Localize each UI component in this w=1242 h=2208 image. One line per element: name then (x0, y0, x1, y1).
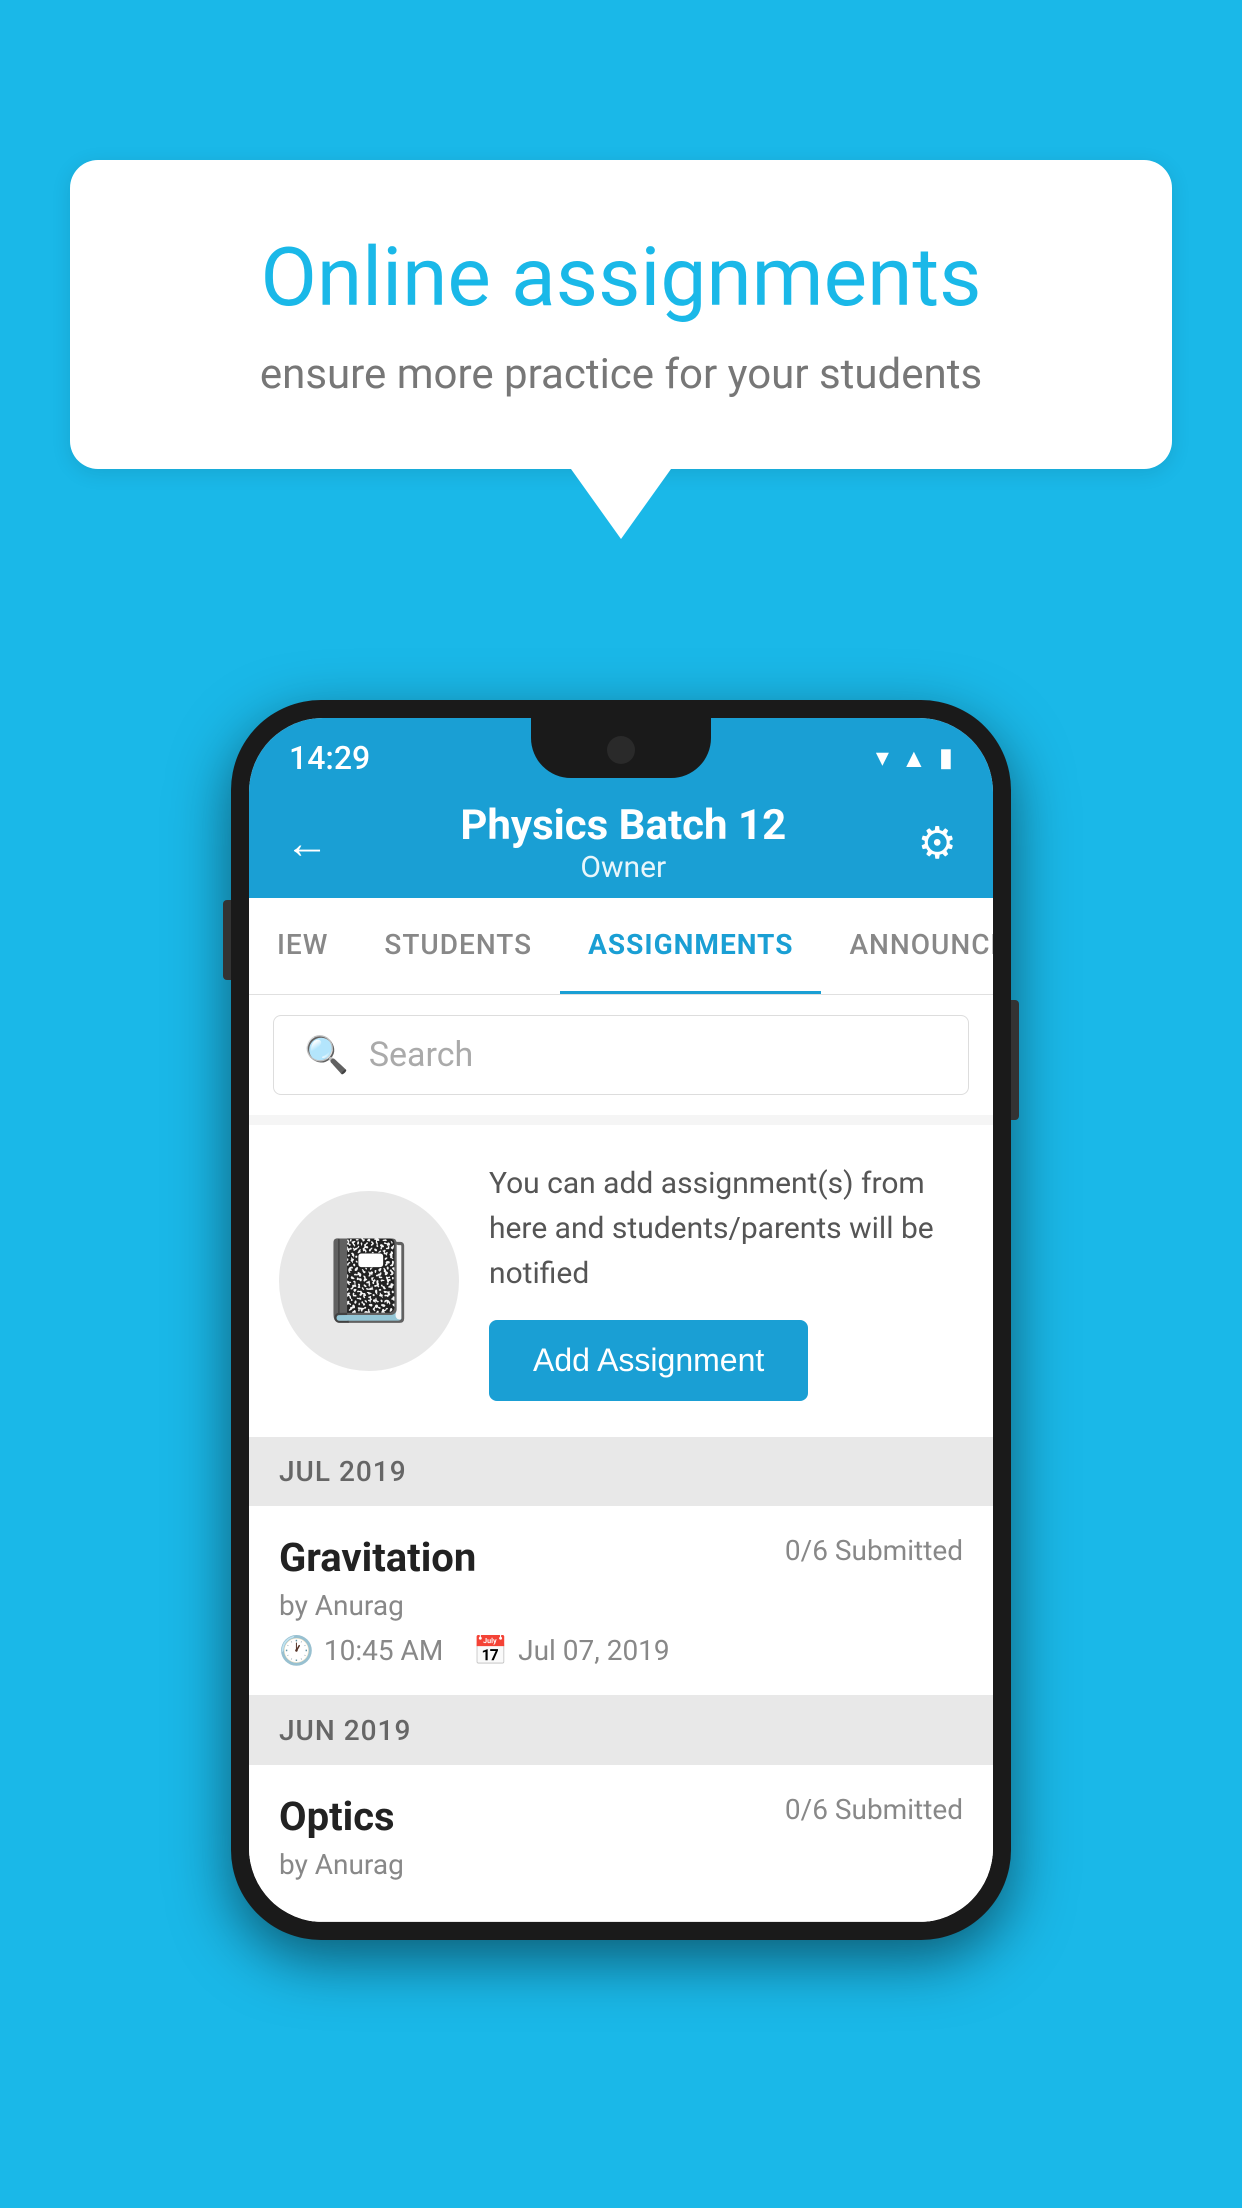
wifi-icon: ▾ (876, 743, 889, 773)
back-button[interactable]: ← (285, 817, 329, 869)
settings-icon[interactable]: ⚙ (918, 817, 957, 869)
app-bar-title-container: Physics Batch 12 Owner (460, 801, 786, 885)
assignment-name-optics: Optics (279, 1793, 395, 1840)
notebook-icon: 📓 (319, 1234, 419, 1328)
add-assignment-promo: 📓 You can add assignment(s) from here an… (249, 1125, 993, 1437)
promo-text: You can add assignment(s) from here and … (489, 1161, 963, 1296)
assignment-item-gravitation[interactable]: Gravitation 0/6 Submitted by Anurag 🕐 10… (249, 1506, 993, 1696)
status-time: 14:29 (289, 739, 370, 777)
assignment-author-optics: by Anurag (279, 1848, 963, 1881)
app-bar-subtitle: Owner (460, 850, 786, 885)
volume-button (223, 900, 231, 980)
section-header-jun-2019: JUN 2019 (249, 1696, 993, 1765)
tabs-container: IEW STUDENTS ASSIGNMENTS ANNOUNCEM... (249, 898, 993, 995)
speech-bubble-title: Online assignments (150, 230, 1092, 326)
promo-content: You can add assignment(s) from here and … (489, 1161, 963, 1401)
phone-camera (607, 736, 635, 764)
phone-outer: 14:29 ▾ ▲ ▮ ← Physics Batch 12 Owner ⚙ I… (231, 700, 1011, 1940)
battery-icon: ▮ (939, 743, 953, 773)
clock-icon: 🕐 (279, 1634, 314, 1667)
assignment-time-value: 10:45 AM (324, 1634, 443, 1667)
speech-bubble-subtitle: ensure more practice for your students (150, 350, 1092, 399)
assignment-date-value: Jul 07, 2019 (518, 1634, 670, 1667)
assignment-time-gravitation: 🕐 10:45 AM (279, 1634, 443, 1667)
phone-screen: 14:29 ▾ ▲ ▮ ← Physics Batch 12 Owner ⚙ I… (249, 718, 993, 1922)
assignment-submitted-gravitation: 0/6 Submitted (785, 1534, 963, 1567)
phone-notch (531, 718, 711, 778)
search-bar[interactable]: 🔍 Search (273, 1015, 969, 1095)
speech-bubble-arrow (571, 469, 671, 539)
status-icons: ▾ ▲ ▮ (876, 743, 953, 774)
speech-bubble-container: Online assignments ensure more practice … (70, 160, 1172, 539)
tab-iew[interactable]: IEW (249, 898, 356, 994)
promo-icon-circle: 📓 (279, 1191, 459, 1371)
content-area: 🔍 Search 📓 You can add assignment(s) fro… (249, 995, 993, 1922)
assignment-meta-gravitation: 🕐 10:45 AM 📅 Jul 07, 2019 (279, 1634, 963, 1667)
tab-announcements[interactable]: ANNOUNCEM... (821, 898, 993, 994)
assignment-row1-optics: Optics 0/6 Submitted (279, 1793, 963, 1840)
assignment-row1: Gravitation 0/6 Submitted (279, 1534, 963, 1581)
phone: 14:29 ▾ ▲ ▮ ← Physics Batch 12 Owner ⚙ I… (231, 700, 1011, 1940)
power-button (1011, 1000, 1019, 1120)
search-bar-container: 🔍 Search (249, 995, 993, 1115)
speech-bubble: Online assignments ensure more practice … (70, 160, 1172, 469)
tab-students[interactable]: STUDENTS (356, 898, 560, 994)
signal-icon: ▲ (901, 743, 927, 774)
assignment-item-optics[interactable]: Optics 0/6 Submitted by Anurag (249, 1765, 993, 1922)
assignment-date-gravitation: 📅 Jul 07, 2019 (473, 1634, 669, 1667)
assignment-submitted-optics: 0/6 Submitted (785, 1793, 963, 1826)
app-bar: ← Physics Batch 12 Owner ⚙ (249, 788, 993, 898)
tab-assignments[interactable]: ASSIGNMENTS (560, 898, 821, 994)
calendar-icon: 📅 (473, 1634, 508, 1667)
search-icon: 🔍 (304, 1034, 349, 1076)
search-placeholder: Search (369, 1035, 473, 1075)
assignment-author-gravitation: by Anurag (279, 1589, 963, 1622)
add-assignment-button[interactable]: Add Assignment (489, 1320, 808, 1401)
section-header-jul-2019: JUL 2019 (249, 1437, 993, 1506)
app-bar-title: Physics Batch 12 (460, 801, 786, 850)
assignment-name-gravitation: Gravitation (279, 1534, 476, 1581)
